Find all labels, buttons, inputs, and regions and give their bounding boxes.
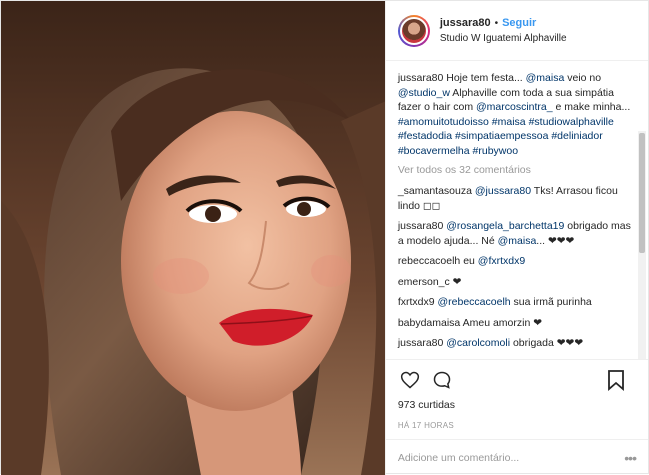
hashtag-link[interactable]: #deliniador — [551, 130, 602, 142]
add-comment-bar: ••• — [385, 439, 648, 475]
hashtag-link[interactable]: #amomuitotudoisso — [398, 116, 489, 128]
hashtag-link[interactable]: #rubywoo — [473, 145, 519, 157]
hashtag-link[interactable]: #bocavermelha — [398, 145, 470, 157]
list-item: emerson_c ❤ — [398, 275, 636, 290]
post-header: jussara80 • Seguir Studio W Iguatemi Alp… — [385, 1, 648, 61]
comment-text: ❤ — [449, 275, 462, 288]
list-item: jussara80 @rosangela_barchetta19 obrigad… — [398, 219, 636, 248]
mention-link[interactable]: @studio_w — [398, 87, 450, 99]
caption-text: veio no — [564, 72, 602, 84]
comments-scrollbar[interactable] — [638, 131, 646, 359]
hashtag-link[interactable]: #festadodia — [398, 130, 452, 142]
list-item: babydamaisa Ameu amorzin ❤ — [398, 316, 636, 331]
comment-username[interactable]: rebeccacoelh — [398, 255, 460, 267]
hashtag-link[interactable]: #studiowalphaville — [529, 116, 614, 128]
mention-link[interactable]: @jussara80 — [475, 185, 531, 197]
mention-link[interactable]: @fxrtxdx9 — [478, 255, 525, 267]
mention-link[interactable]: @carolcomoli — [446, 337, 510, 349]
caption-text: Hoje tem festa... — [443, 72, 526, 84]
comment-username[interactable]: jussara80 — [398, 220, 444, 232]
avatar[interactable] — [397, 14, 430, 47]
caption-text: e make minha... — [552, 101, 631, 113]
comment-username[interactable]: jussara80 — [398, 337, 444, 349]
post-caption: jussara80 Hoje tem festa... @maisa veio … — [398, 71, 636, 158]
bookmark-icon[interactable] — [604, 368, 628, 392]
comment-username[interactable]: fxrtxdx9 — [398, 296, 435, 308]
hashtag-link[interactable]: #maisa — [492, 116, 526, 128]
post-side-panel: jussara80 • Seguir Studio W Iguatemi Alp… — [384, 1, 648, 475]
mention-link[interactable]: @rebeccacoelh — [438, 296, 511, 308]
comment-username[interactable]: _samantasouza — [398, 185, 472, 197]
mention-link[interactable]: @maisa — [526, 72, 565, 84]
location-link[interactable]: Studio W Iguatemi Alphaville — [440, 31, 567, 46]
comment-text: eu — [460, 255, 478, 267]
portrait-image — [1, 1, 385, 475]
scrollbar-thumb[interactable] — [639, 133, 645, 253]
post-timestamp: HÁ 17 HORAS — [397, 421, 455, 430]
comment-username[interactable]: babydamaisa — [398, 317, 460, 329]
likes-count[interactable]: 973 curtidas — [386, 399, 648, 417]
comments-list[interactable]: jussara80 Hoje tem festa... @maisa veio … — [386, 61, 648, 359]
comment-username[interactable]: emerson_c — [398, 276, 450, 288]
separator-dot: • — [494, 17, 499, 29]
post-photo[interactable] — [1, 1, 385, 475]
heart-icon[interactable] — [398, 368, 422, 392]
more-options-icon[interactable]: ••• — [624, 450, 637, 466]
follow-button[interactable]: Seguir — [502, 16, 536, 31]
hashtag-link[interactable]: #simpatiaempessoa — [455, 130, 548, 142]
list-item: jussara80 @carolcomoli obrigada ❤❤❤ — [398, 336, 636, 351]
comment-text: ... ❤❤❤ — [536, 234, 575, 247]
comment-text: sua irmã purinha — [510, 296, 592, 308]
mention-link[interactable]: @marcoscintra_ — [476, 101, 553, 113]
instagram-post: jussara80 • Seguir Studio W Iguatemi Alp… — [0, 0, 649, 475]
list-item: _samantasouza @jussara80 Tks! Arrasou fi… — [398, 184, 636, 213]
post-actions — [385, 359, 648, 399]
list-item: rebeccacoelh eu @fxrtxdx9 — [398, 254, 636, 269]
list-item: fxrtxdx9 @rebeccacoelh sua irmã purinha — [398, 295, 636, 310]
comment-icon[interactable] — [430, 368, 454, 392]
mention-link[interactable]: @rosangela_barchetta19 — [446, 220, 564, 232]
comment-text: Ameu amorzin ❤ — [460, 316, 543, 329]
comment-text: obrigada ❤❤❤ — [510, 337, 584, 349]
author-username[interactable]: jussara80 — [440, 16, 491, 31]
mention-link[interactable]: @maisa — [498, 235, 537, 247]
view-all-comments-button[interactable]: Ver todos os 32 comentários — [398, 164, 636, 176]
caption-username[interactable]: jussara80 — [398, 72, 444, 84]
comment-input[interactable] — [397, 451, 619, 464]
